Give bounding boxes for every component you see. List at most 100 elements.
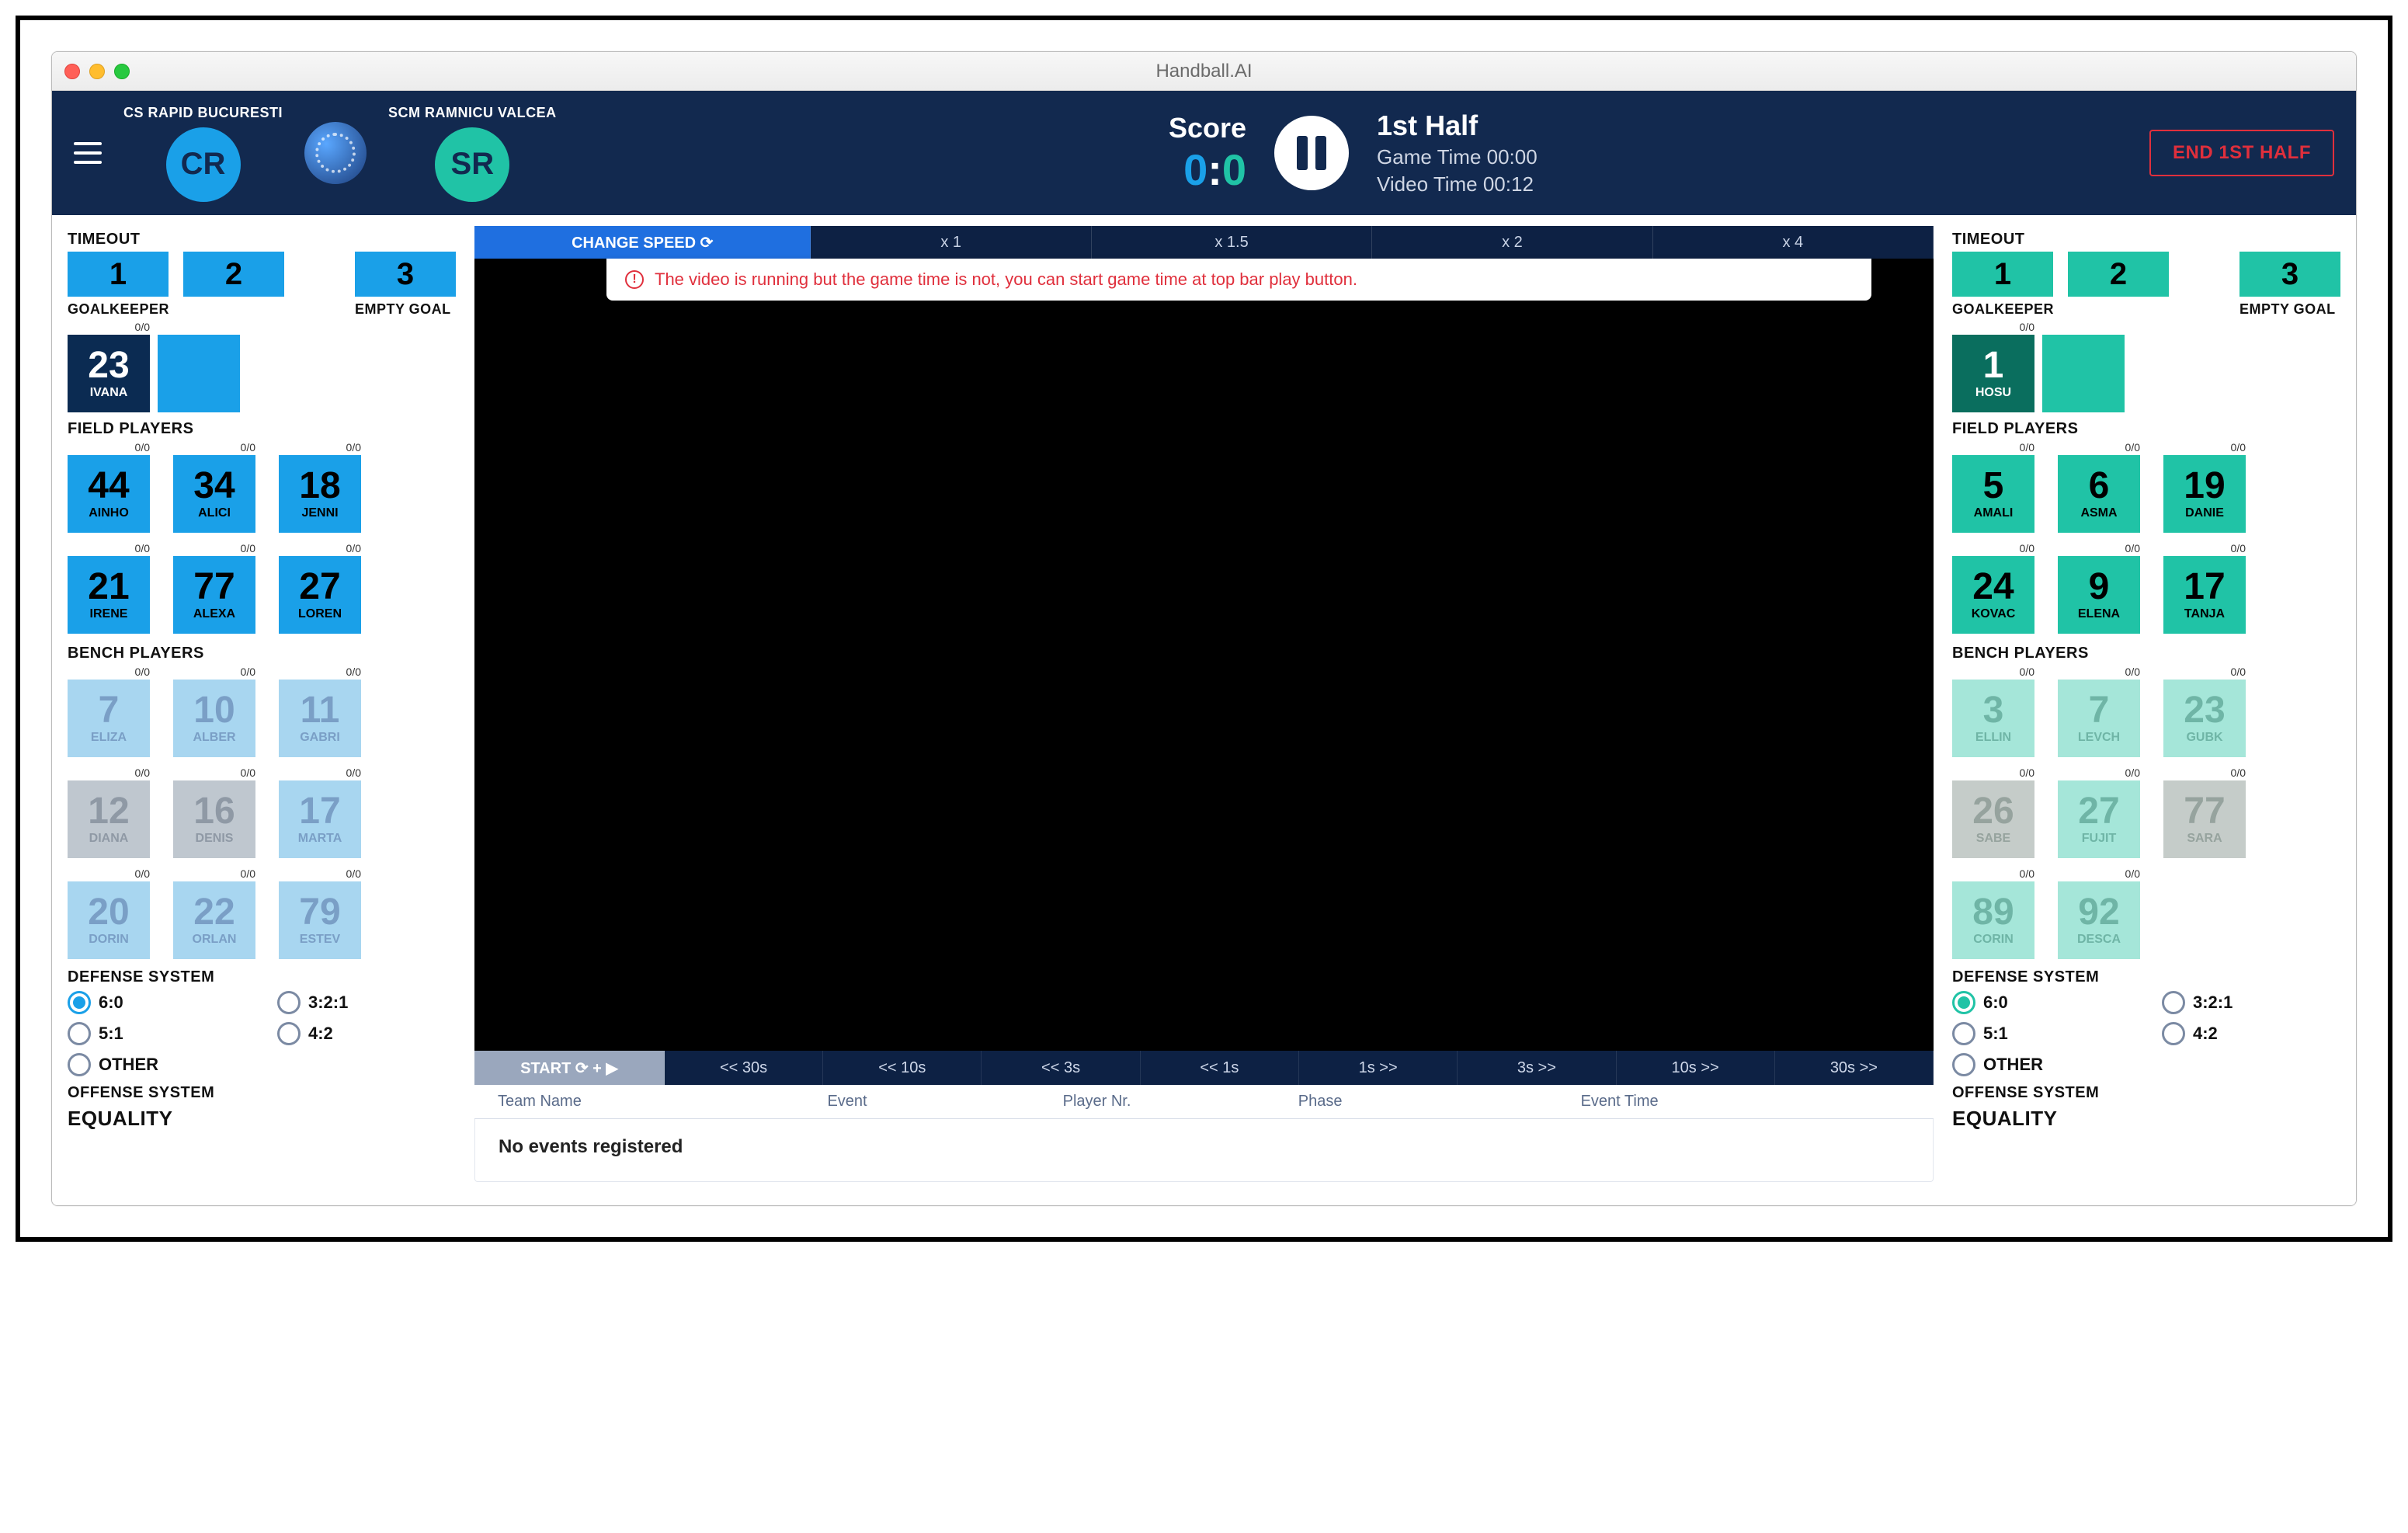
timeout-away-3[interactable]: 3 <box>2239 252 2340 297</box>
player-tile[interactable]: 6ASMA <box>2058 455 2140 533</box>
defense-home-321[interactable]: 3:2:1 <box>277 991 456 1014</box>
player-tile[interactable]: 77SARA <box>2163 780 2246 858</box>
player-tile[interactable]: 17TANJA <box>2163 556 2246 634</box>
seek-back-30s[interactable]: << 30s <box>665 1051 823 1085</box>
timeout-home-3[interactable]: 3 <box>355 252 456 297</box>
timeout-away-2[interactable]: 2 <box>2068 252 2169 297</box>
radio-label: 5:1 <box>99 1024 123 1044</box>
player-number: 11 <box>301 692 340 729</box>
player-tile[interactable]: 22ORLAN <box>173 881 255 959</box>
player-name: ELIZA <box>91 731 127 745</box>
gk-home-slot-empty[interactable] <box>158 335 240 412</box>
seek-fwd-30s[interactable]: 30s >> <box>1775 1051 1934 1085</box>
center-panel: CHANGE SPEED ⟳ x 1 x 1.5 x 2 x 4 ! The v… <box>474 226 1934 1182</box>
player-tile[interactable]: 24KOVAC <box>1952 556 2034 634</box>
player-tile[interactable]: 19DANIE <box>2163 455 2246 533</box>
field-players-label-home: FIELD PLAYERS <box>68 420 456 438</box>
seek-fwd-3s[interactable]: 3s >> <box>1458 1051 1616 1085</box>
player-name: ESTEV <box>300 933 340 947</box>
menu-button[interactable] <box>74 142 102 164</box>
player-tile[interactable]: 16DENIS <box>173 780 255 858</box>
defense-away-60[interactable]: 6:0 <box>1952 991 2131 1014</box>
speed-x15[interactable]: x 1.5 <box>1092 226 1372 259</box>
seek-back-3s[interactable]: << 3s <box>982 1051 1140 1085</box>
player-tile[interactable]: 77ALEXA <box>173 556 255 634</box>
defense-home-42[interactable]: 4:2 <box>277 1022 456 1045</box>
team-home-badge: CR <box>166 127 241 202</box>
player-tile[interactable]: 9ELENA <box>2058 556 2140 634</box>
seek-fwd-10s[interactable]: 10s >> <box>1617 1051 1775 1085</box>
player-tile[interactable]: 12DIANA <box>68 780 150 858</box>
player-tile[interactable]: 7ELIZA <box>68 680 150 757</box>
player-stat: 0/0 <box>135 666 150 678</box>
player-name: DORIN <box>89 933 129 947</box>
timeout-away-1[interactable]: 1 <box>1952 252 2053 297</box>
player-number: 92 <box>2078 894 2119 931</box>
player-name: DESCA <box>2077 933 2121 947</box>
change-speed-button[interactable]: CHANGE SPEED ⟳ <box>474 226 811 259</box>
seek-start-button[interactable]: START ⟳ + ▶ <box>474 1051 665 1085</box>
player-number: 77 <box>193 568 235 606</box>
seek-back-10s[interactable]: << 10s <box>823 1051 982 1085</box>
player-tile[interactable]: 23GUBK <box>2163 680 2246 757</box>
player-number: 24 <box>1972 568 2014 606</box>
gk-away-slot-empty[interactable] <box>2042 335 2125 412</box>
timeout-home-1[interactable]: 1 <box>68 252 169 297</box>
speed-x4[interactable]: x 4 <box>1653 226 1934 259</box>
team-away-block[interactable]: SCM RAMNICU VALCEA SR <box>388 105 557 202</box>
empty-goal-label-home: EMPTY GOAL <box>355 301 451 318</box>
offense-system-away-value: EQUALITY <box>1952 1107 2340 1131</box>
player-tile[interactable]: 17MARTA <box>279 780 361 858</box>
player-name: IVANA <box>90 386 128 400</box>
defense-home-51[interactable]: 5:1 <box>68 1022 246 1045</box>
player-number: 21 <box>88 568 129 606</box>
gk-home-selected[interactable]: 23 IVANA <box>68 335 150 412</box>
speed-x2[interactable]: x 2 <box>1372 226 1652 259</box>
defense-home-60[interactable]: 6:0 <box>68 991 246 1014</box>
player-name: DANIE <box>2185 506 2224 520</box>
player-stat: 0/0 <box>241 666 255 678</box>
globe-icon[interactable] <box>304 122 367 184</box>
player-stat: 0/0 <box>2125 766 2140 779</box>
timeout-home-2[interactable]: 2 <box>183 252 284 297</box>
player-tile[interactable]: 26SABE <box>1952 780 2034 858</box>
defense-away-321[interactable]: 3:2:1 <box>2162 991 2340 1014</box>
player-tile[interactable]: 79ESTEV <box>279 881 361 959</box>
player-name: ALBER <box>193 731 235 745</box>
player-tile[interactable]: 5AMALI <box>1952 455 2034 533</box>
gk-away-selected[interactable]: 1 HOSU <box>1952 335 2034 412</box>
player-number: 23 <box>2184 692 2225 729</box>
play-pause-button[interactable] <box>1274 116 1349 190</box>
player-stat: 0/0 <box>2020 766 2034 779</box>
player-tile[interactable]: 7LEVCH <box>2058 680 2140 757</box>
player-tile[interactable]: 34ALICI <box>173 455 255 533</box>
defense-away-other[interactable]: OTHER <box>1952 1053 2131 1076</box>
player-tile[interactable]: 11GABRI <box>279 680 361 757</box>
team-home-block[interactable]: CS RAPID BUCURESTI CR <box>123 105 283 202</box>
half-title: 1st Half <box>1377 110 1538 142</box>
video-player[interactable]: ! The video is running but the game time… <box>474 259 1934 1051</box>
seek-fwd-1s[interactable]: 1s >> <box>1299 1051 1458 1085</box>
player-number: 10 <box>193 692 235 729</box>
defense-away-42[interactable]: 4:2 <box>2162 1022 2340 1045</box>
player-tile[interactable]: 92 DESCA <box>2058 881 2140 959</box>
player-tile[interactable]: 3ELLIN <box>1952 680 2034 757</box>
speed-x1[interactable]: x 1 <box>811 226 1091 259</box>
player-tile[interactable]: 18JENNI <box>279 455 361 533</box>
player-name: IRENE <box>90 607 128 621</box>
score-block: Score 0:0 <box>1169 112 1246 195</box>
player-tile[interactable]: 20DORIN <box>68 881 150 959</box>
end-half-button[interactable]: END 1ST HALF <box>2149 130 2334 176</box>
player-tile[interactable]: 89CORIN <box>1952 881 2034 959</box>
defense-home-other[interactable]: OTHER <box>68 1053 246 1076</box>
timeout-label-home: TIMEOUT <box>68 231 456 249</box>
player-tile[interactable]: 27LOREN <box>279 556 361 634</box>
player-tile[interactable]: 44AINHO <box>68 455 150 533</box>
player-tile[interactable]: 27FUJIT <box>2058 780 2140 858</box>
player-tile[interactable]: 21IRENE <box>68 556 150 634</box>
player-stat: 0/0 <box>346 666 361 678</box>
player-name: LOREN <box>298 607 342 621</box>
defense-away-51[interactable]: 5:1 <box>1952 1022 2131 1045</box>
player-tile[interactable]: 10 ALBER <box>173 680 255 757</box>
seek-back-1s[interactable]: << 1s <box>1141 1051 1299 1085</box>
